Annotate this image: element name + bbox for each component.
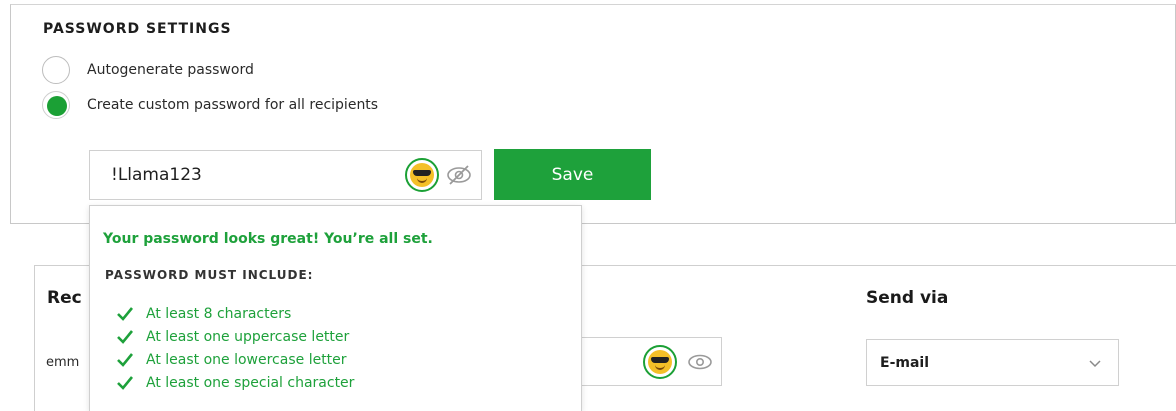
checkmark-icon (117, 353, 134, 367)
radio-button-selected[interactable] (42, 91, 70, 119)
password-input[interactable]: !Llama123 (89, 150, 482, 200)
radio-button[interactable] (42, 56, 70, 84)
section-title: PASSWORD SETTINGS (43, 21, 232, 37)
send-via-selected-value: E-mail (880, 354, 930, 371)
radio-option-autogenerate[interactable]: Autogenerate password (42, 56, 254, 84)
send-via-select[interactable]: E-mail (866, 339, 1119, 386)
save-button[interactable]: Save (494, 149, 651, 200)
recipient-password-input[interactable] (560, 337, 722, 386)
recipients-column-header: Rec (47, 288, 82, 308)
requirement-item: At least one special character (116, 371, 354, 394)
requirement-text: At least one lowercase letter (146, 351, 347, 368)
eye-icon[interactable] (687, 353, 713, 371)
sunglasses-emoji-icon (405, 158, 439, 192)
send-via-header: Send via (866, 288, 949, 308)
requirement-item: At least one uppercase letter (116, 325, 354, 348)
password-status-message: Your password looks great! You’re all se… (103, 231, 433, 247)
checkmark-icon (117, 376, 134, 390)
recipient-email: emm (46, 355, 80, 370)
sunglasses-emoji-icon (643, 344, 677, 379)
password-input-value[interactable]: !Llama123 (111, 165, 405, 185)
requirement-text: At least 8 characters (146, 305, 292, 322)
chevron-down-icon (1089, 359, 1101, 367)
requirements-list: At least 8 characters At least one upper… (116, 302, 354, 394)
checkmark-icon (117, 307, 134, 321)
radio-label: Create custom password for all recipient… (87, 97, 379, 113)
requirement-item: At least 8 characters (116, 302, 354, 325)
checkmark-icon (117, 330, 134, 344)
requirement-text: At least one special character (146, 374, 355, 391)
radio-label: Autogenerate password (87, 62, 254, 78)
password-strength-popover: Your password looks great! You’re all se… (89, 205, 582, 411)
radio-option-custom-password[interactable]: Create custom password for all recipient… (42, 91, 378, 119)
requirement-text: At least one uppercase letter (146, 328, 350, 345)
requirement-item: At least one lowercase letter (116, 348, 354, 371)
requirements-title: PASSWORD MUST INCLUDE: (105, 268, 314, 282)
eye-slash-icon[interactable] (445, 163, 473, 187)
